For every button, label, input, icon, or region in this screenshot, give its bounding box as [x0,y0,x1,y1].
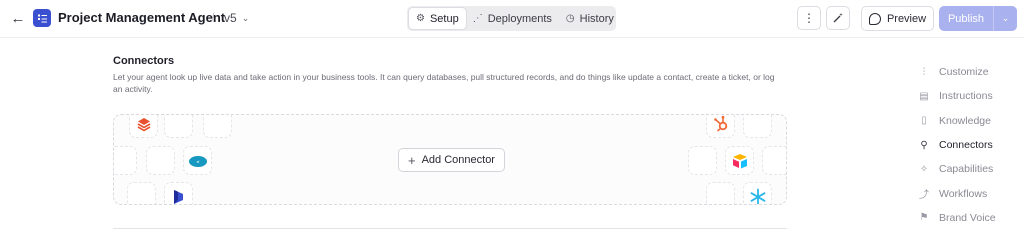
top-bar: ← Project Management Agent / v5 ⌄ ⚙ Setu… [0,0,1024,38]
nav-label: Capabilities [939,163,994,176]
more-options-button[interactable]: ⋮ [797,6,821,30]
empty-tile [743,115,772,138]
magic-wand-icon [833,13,843,23]
share-icon: ⋰ [472,13,483,24]
salesforce-logo: sf [183,146,212,175]
hubspot-logo [706,115,735,138]
title-separator: / [211,10,215,25]
nav-label: Connectors [939,139,993,152]
add-connector-label: Add Connector [421,154,495,166]
airtable-logo [725,146,754,175]
tab-setup[interactable]: ⚙ Setup [409,8,466,29]
empty-tile [146,146,175,175]
nav-item-connectors[interactable]: ⚲ Connectors [918,133,1018,157]
empty-tile [164,115,193,138]
nav-label: Customize [939,66,989,79]
nav-item-knowledge[interactable]: ▯ Knowledge [918,109,1018,133]
clock-icon: ◷ [565,13,575,24]
nav-item-instructions[interactable]: ▤ Instructions [918,84,1018,108]
plug-icon: ⚲ [920,139,928,151]
dynamics-logo [164,182,193,204]
empty-tile [114,146,137,175]
snowflake-logo [743,182,772,204]
chat-icon [868,12,881,25]
preview-button[interactable]: Preview [861,6,934,31]
section-description: Let your agent look up live data and tak… [113,72,775,94]
version-label: v5 [224,11,237,25]
tab-label: History [579,12,614,25]
tab-label: Deployments [487,12,552,25]
section-divider [113,228,787,229]
chevron-down-icon: ⌄ [241,12,250,23]
sliders-icon: ⫶ [922,66,926,78]
workflow-icon: ⤴ [919,190,929,202]
connector-area: sf + Add Connector [113,114,787,205]
empty-tile [127,182,156,204]
arrow-left-icon[interactable]: ← [9,8,27,28]
chevron-down-icon[interactable]: ⌄ [994,13,1017,24]
tab-history[interactable]: ◷ History [559,8,621,29]
mode-tabs: ⚙ Setup ⋰ Deployments ◷ History [407,6,616,31]
book-icon: ▯ [921,115,927,127]
nav-item-capabilities[interactable]: ✧ Capabilities [918,157,1018,181]
nav-item-workflows[interactable]: ⤴ Workflows [918,181,1018,205]
empty-tile [762,146,786,175]
flag-icon: ⚑ [919,212,929,224]
nav-label: Brand Voice [939,211,996,224]
databricks-logo [129,115,158,138]
plus-icon: + [408,152,416,168]
nav-label: Knowledge [939,114,991,127]
more-vertical-icon: ⋮ [803,11,815,25]
document-icon: ▤ [919,90,929,102]
preview-label: Preview [886,12,927,25]
nav-label: Workflows [939,187,988,200]
empty-tile [706,182,735,204]
nav-item-brand-voice[interactable]: ⚑ Brand Voice [918,206,1018,230]
empty-tile [203,115,232,138]
page-title: Project Management Agent [58,10,226,25]
section-nav: ⫶ Customize ▤ Instructions ▯ Knowledge ⚲… [918,60,1018,230]
empty-tile [688,146,717,175]
publish-label: Publish [947,12,985,25]
section-title: Connectors [113,55,175,67]
magic-wand-button[interactable] [826,6,850,30]
version-select[interactable]: v5 ⌄ [224,11,249,25]
tab-deployments[interactable]: ⋰ Deployments [466,8,559,29]
nav-item-customize[interactable]: ⫶ Customize [918,60,1018,84]
publish-button[interactable]: Publish ⌄ [939,6,1017,31]
svg-text:sf: sf [196,160,199,164]
tab-label: Setup [429,12,459,25]
add-connector-button[interactable]: + Add Connector [398,148,505,172]
sparkle-icon: ✧ [919,163,929,175]
agent-icon [33,9,51,27]
nav-label: Instructions [939,90,993,103]
gear-icon: ⚙ [416,13,425,24]
